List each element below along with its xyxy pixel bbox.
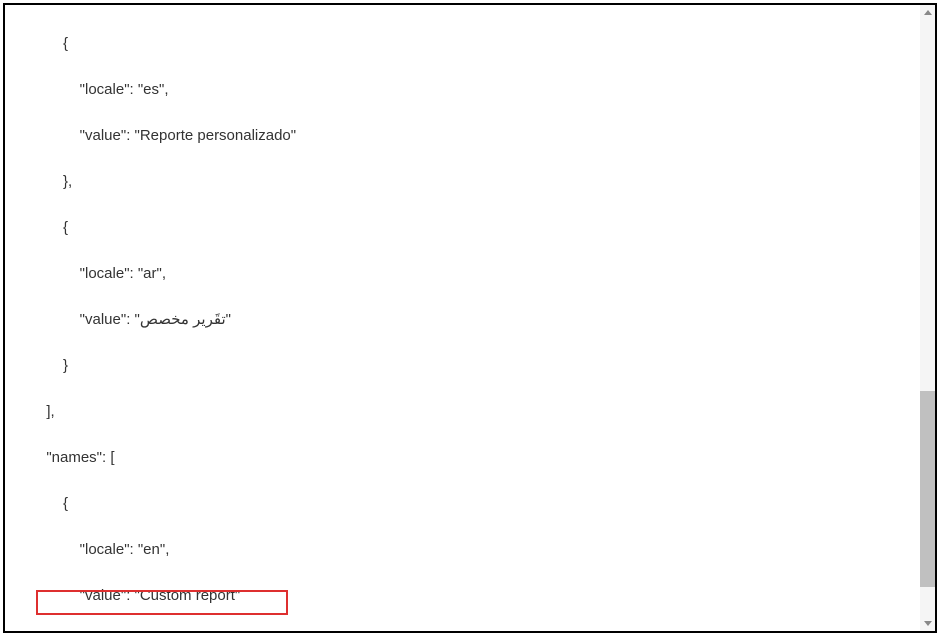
scrollbar-arrow-up[interactable] <box>920 5 935 20</box>
code-line: { <box>13 492 927 515</box>
code-line: "value": "تقَرير مخصص" <box>13 308 927 331</box>
code-line: "locale": "es", <box>13 78 927 101</box>
chevron-up-icon <box>924 10 932 15</box>
code-line: "locale": "en", <box>13 538 927 561</box>
code-line: "locale": "ar", <box>13 262 927 285</box>
code-line: "names": [ <box>13 446 927 469</box>
code-line: ], <box>13 400 927 423</box>
scrollbar-thumb[interactable] <box>920 391 935 587</box>
code-line: } <box>13 354 927 377</box>
chevron-down-icon <box>924 621 932 626</box>
code-line: }, <box>13 170 927 193</box>
code-line: { <box>13 32 927 55</box>
code-viewer: { "locale": "es", "value": "Reporte pers… <box>3 3 937 633</box>
code-line: "value": "Reporte personalizado" <box>13 124 927 147</box>
code-line: { <box>13 216 927 239</box>
code-line: "value": "Custom report" <box>13 584 927 607</box>
code-line: }, <box>13 630 927 633</box>
scrollbar-arrow-down[interactable] <box>920 616 935 631</box>
json-code-block: { "locale": "es", "value": "Reporte pers… <box>5 5 935 633</box>
scrollbar-track[interactable] <box>920 5 935 631</box>
